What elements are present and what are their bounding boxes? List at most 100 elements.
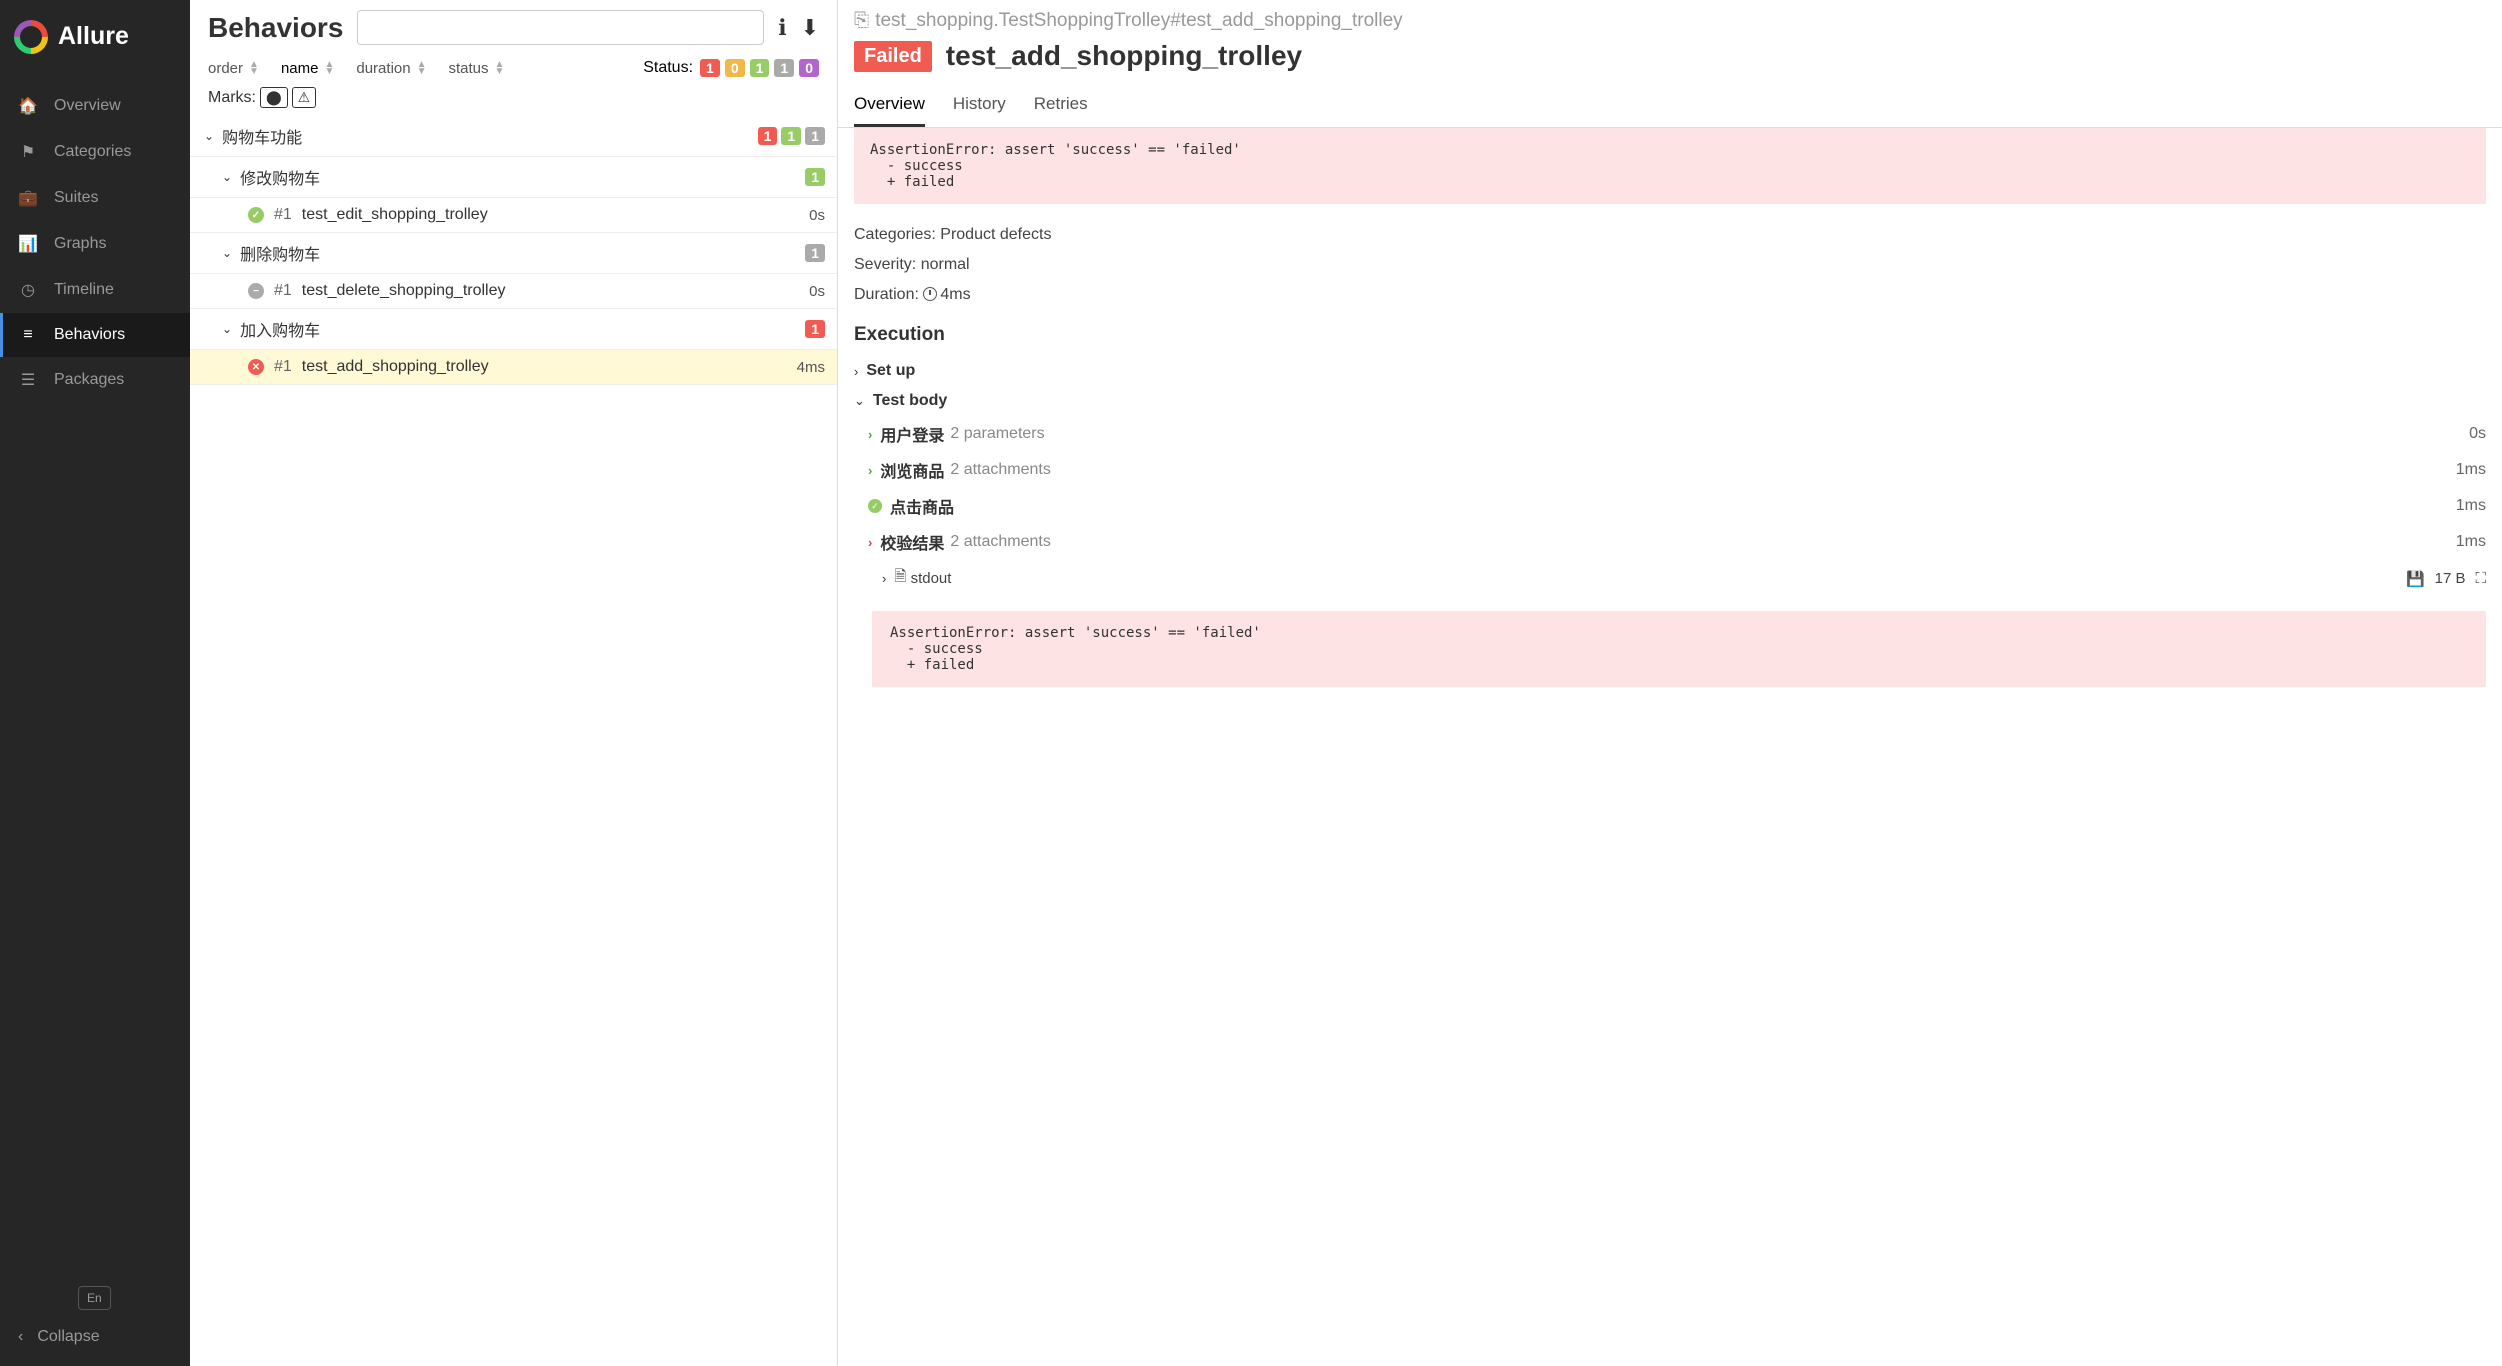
chevron-down-icon: ⌄ bbox=[222, 170, 232, 184]
count-passed: 1 bbox=[781, 127, 801, 145]
tab-overview[interactable]: Overview bbox=[854, 84, 925, 127]
marks-label: Marks: bbox=[208, 89, 256, 107]
nav-graphs[interactable]: 📊 Graphs bbox=[0, 221, 190, 267]
setup-row[interactable]: ›Set up bbox=[854, 356, 2486, 386]
logo[interactable]: Allure bbox=[0, 0, 190, 73]
status-filter-skipped[interactable]: 1 bbox=[774, 59, 794, 77]
tab-history[interactable]: History bbox=[953, 84, 1006, 127]
fail-icon: ✕ bbox=[248, 359, 264, 375]
info-icon[interactable]: ℹ bbox=[778, 15, 786, 41]
list-icon: ≡ bbox=[18, 326, 38, 344]
status-badge: Failed bbox=[854, 41, 932, 72]
tree-test[interactable]: ✓ #1 test_edit_shopping_trolley 0s bbox=[190, 198, 837, 233]
chevron-down-icon: ⌄ bbox=[222, 322, 232, 336]
tree-test[interactable]: − #1 test_delete_shopping_trolley 0s bbox=[190, 274, 837, 309]
chevron-down-icon: ⌄ bbox=[204, 129, 214, 143]
status-filter-failed[interactable]: 1 bbox=[700, 59, 720, 77]
brand-name: Allure bbox=[58, 22, 129, 51]
count-skipped: 1 bbox=[805, 127, 825, 145]
collapse-button[interactable]: ‹Collapse bbox=[18, 1328, 172, 1346]
testbody-row[interactable]: ⌄Test body bbox=[854, 386, 2486, 416]
step-row[interactable]: ›校验结果2 attachments1ms bbox=[854, 524, 2486, 560]
menu-icon: ☰ bbox=[18, 370, 38, 390]
nav-timeline[interactable]: ◷Timeline bbox=[0, 267, 190, 313]
chevron-down-icon: ⌄ bbox=[222, 246, 232, 260]
sort-status[interactable]: status▲▼ bbox=[449, 60, 505, 77]
tab-retries[interactable]: Retries bbox=[1034, 84, 1088, 127]
attachment-row[interactable]: ›🗎 stdout💾17 B⛶ bbox=[854, 560, 2486, 597]
page-title: Behaviors bbox=[208, 12, 343, 44]
tree-subgroup[interactable]: ⌄ 加入购物车 1 bbox=[190, 309, 837, 350]
behaviors-panel: Behaviors ℹ ⬇ order▲▼ name▲▼ duration▲▼ … bbox=[190, 0, 838, 1366]
save-icon[interactable]: 💾 bbox=[2406, 570, 2425, 588]
nav-categories[interactable]: ⚑ Categories bbox=[0, 129, 190, 175]
language-button[interactable]: En bbox=[78, 1286, 111, 1310]
sort-icon: ▲▼ bbox=[324, 61, 334, 75]
status-filter-unknown[interactable]: 0 bbox=[799, 59, 819, 77]
mark-new-failed[interactable]: ⚠ bbox=[292, 87, 317, 108]
tree-subgroup[interactable]: ⌄ 删除购物车 1 bbox=[190, 233, 837, 274]
test-duration: 0s bbox=[809, 283, 825, 300]
nav-overview[interactable]: 🏠 Overview bbox=[0, 83, 190, 129]
nav-categories-label: Categories bbox=[54, 143, 131, 161]
collapse-label: Collapse bbox=[37, 1328, 99, 1346]
test-duration: 0s bbox=[809, 207, 825, 224]
status-filter-passed[interactable]: 1 bbox=[750, 59, 770, 77]
nav-behaviors[interactable]: ≡ Behaviors bbox=[0, 313, 190, 357]
step-duration: 0s bbox=[2469, 425, 2486, 443]
count-failed: 1 bbox=[805, 320, 825, 338]
home-icon: 🏠 bbox=[18, 96, 38, 116]
tree-subgroup[interactable]: ⌄ 修改购物车 1 bbox=[190, 157, 837, 198]
briefcase-icon: 💼 bbox=[18, 188, 38, 208]
pass-icon: ✓ bbox=[248, 207, 264, 223]
behaviors-tree: ⌄ 购物车功能 1 1 1 ⌄ 修改购物车 1 ✓ #1 test_edit_s… bbox=[190, 116, 837, 1366]
sort-order[interactable]: order▲▼ bbox=[208, 60, 259, 77]
chart-icon: 📊 bbox=[18, 234, 38, 254]
step-row[interactable]: ›用户登录2 parameters0s bbox=[854, 416, 2486, 452]
count-failed: 1 bbox=[758, 127, 778, 145]
file-icon: 🗎 bbox=[894, 566, 906, 591]
nav-suites[interactable]: 💼 Suites bbox=[0, 175, 190, 221]
error-message: AssertionError: assert 'success' == 'fai… bbox=[854, 128, 2486, 204]
test-number: #1 bbox=[274, 206, 292, 224]
sort-icon: ▲▼ bbox=[495, 61, 505, 75]
attachment-name: stdout bbox=[911, 570, 952, 587]
test-name: test_delete_shopping_trolley bbox=[302, 282, 506, 300]
tree-test-selected[interactable]: ✕ #1 test_add_shopping_trolley 4ms bbox=[190, 350, 837, 385]
chevron-right-icon: › bbox=[868, 535, 872, 550]
nav: 🏠 Overview ⚑ Categories 💼 Suites 📊 Graphs ◷T… bbox=[0, 73, 190, 1276]
skip-icon: − bbox=[248, 283, 264, 299]
detail-panel: ⎘ test_shopping.TestShoppingTrolley#test… bbox=[838, 0, 2502, 1366]
search-input[interactable] bbox=[357, 10, 764, 45]
download-icon[interactable]: ⬇ bbox=[801, 15, 819, 41]
mark-flaky[interactable]: ⬤ bbox=[260, 87, 288, 108]
tree-subgroup-label: 删除购物车 bbox=[240, 241, 320, 265]
expand-icon[interactable]: ⛶ bbox=[2475, 570, 2486, 587]
execution-heading: Execution bbox=[854, 324, 2486, 346]
tree-subgroup-label: 修改购物车 bbox=[240, 165, 320, 189]
sort-icon: ▲▼ bbox=[417, 61, 427, 75]
nav-packages[interactable]: ☰Packages bbox=[0, 357, 190, 403]
status-filter-broken[interactable]: 0 bbox=[725, 59, 745, 77]
sort-name[interactable]: name▲▼ bbox=[281, 60, 334, 77]
nav-graphs-label: Graphs bbox=[54, 235, 106, 253]
nav-behaviors-label: Behaviors bbox=[54, 326, 125, 344]
nav-overview-label: Overview bbox=[54, 97, 121, 115]
count-skipped: 1 bbox=[805, 244, 825, 262]
chevron-right-icon: › bbox=[854, 364, 858, 379]
nav-suites-label: Suites bbox=[54, 189, 98, 207]
status-filter-label: Status: bbox=[643, 59, 693, 77]
chevron-right-icon: › bbox=[882, 571, 886, 586]
step-row[interactable]: ›浏览商品2 attachments1ms bbox=[854, 452, 2486, 488]
duration-line: Duration: 4ms bbox=[854, 280, 2486, 310]
flag-icon: ⚑ bbox=[18, 142, 38, 162]
categories-line: Categories: Product defects bbox=[854, 220, 2486, 250]
allure-logo-icon bbox=[14, 20, 48, 54]
nav-timeline-label: Timeline bbox=[54, 281, 114, 299]
test-duration: 4ms bbox=[797, 359, 825, 376]
tree-group[interactable]: ⌄ 购物车功能 1 1 1 bbox=[190, 116, 837, 157]
step-duration: 1ms bbox=[2456, 461, 2486, 479]
link-icon[interactable]: ⎘ bbox=[854, 10, 869, 32]
sort-duration[interactable]: duration▲▼ bbox=[356, 60, 426, 77]
step-row[interactable]: ✓点击商品1ms bbox=[854, 488, 2486, 524]
